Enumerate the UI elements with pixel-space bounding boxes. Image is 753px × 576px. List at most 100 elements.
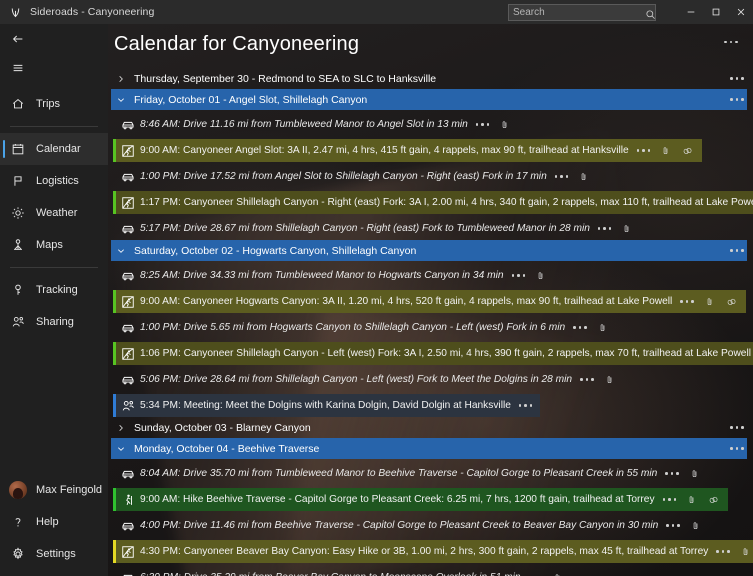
event-row-icons	[689, 519, 702, 533]
share-people-icon	[0, 315, 36, 329]
day-header-row[interactable]: Sunday, October 03 - Blarney Canyon	[111, 417, 747, 438]
day-header-label: Thursday, September 30 - Redmond to SEA …	[134, 72, 437, 85]
day-header-row[interactable]: Friday, October 01 - Angel Slot, Shillel…	[111, 89, 747, 110]
event-row[interactable]: 4:00 PM: Drive 11.46 mi from Beehive Tra…	[113, 514, 752, 537]
minimize-button[interactable]	[678, 0, 703, 24]
event-row[interactable]: 1:17 PM: Canyoneer Shillelagh Canyon - R…	[113, 191, 753, 214]
maximize-button[interactable]	[703, 0, 728, 24]
back-button[interactable]	[0, 24, 108, 54]
event-label: 5:17 PM: Drive 28.67 mi from Shillelagh …	[140, 223, 590, 234]
search-input[interactable]	[513, 6, 645, 18]
chevron-down-icon[interactable]	[117, 247, 134, 255]
account-button[interactable]: Max Feingold	[0, 474, 108, 506]
account-name: Max Feingold	[36, 484, 103, 496]
attachment-icon[interactable]	[603, 373, 616, 387]
day-more-button[interactable]	[719, 437, 747, 461]
event-label: 4:00 PM: Drive 11.46 mi from Beehive Tra…	[140, 520, 659, 531]
sidebar-item-sharing[interactable]: Sharing	[0, 306, 108, 338]
event-label: 1:00 PM: Drive 17.52 mi from Angel Slot …	[140, 171, 547, 182]
attachment-icon[interactable]	[688, 467, 701, 481]
close-button[interactable]	[728, 0, 753, 24]
event-label: 9:00 AM: Canyoneer Hogwarts Canyon: 3A I…	[140, 296, 673, 307]
day-header-row[interactable]: Saturday, October 02 - Hogwarts Canyon, …	[111, 240, 747, 261]
sidebar-item-logistics[interactable]: Logistics	[0, 165, 108, 197]
attachment-icon[interactable]	[685, 493, 698, 507]
event-row-icons	[688, 467, 701, 481]
search-box[interactable]	[508, 3, 656, 21]
attachment-icon[interactable]	[689, 519, 702, 533]
ellipsis-icon	[716, 550, 730, 553]
day-more-button[interactable]	[719, 239, 747, 263]
car-icon	[116, 467, 140, 481]
day-header-label: Friday, October 01 - Angel Slot, Shillel…	[134, 93, 368, 106]
avatar	[0, 481, 36, 499]
sidebar-item-label: Trips	[36, 98, 61, 110]
event-label: 5:34 PM: Meeting: Meet the Dolgins with …	[140, 400, 511, 411]
attachment-icon[interactable]	[703, 295, 716, 309]
day-header-row[interactable]: Monday, October 04 - Beehive Traverse	[111, 438, 747, 459]
attachment-icon[interactable]	[596, 321, 609, 335]
attachment-icon[interactable]	[739, 545, 752, 559]
event-row[interactable]: 1:06 PM: Canyoneer Shillelagh Canyon - L…	[113, 342, 753, 365]
event-row[interactable]: 9:00 AM: Canyoneer Angel Slot: 3A II, 2.…	[113, 139, 752, 162]
event-label: 1:17 PM: Canyoneer Shillelagh Canyon - R…	[140, 197, 753, 208]
chevron-down-icon[interactable]	[117, 96, 134, 104]
event-row[interactable]: 9:00 AM: Canyoneer Hogwarts Canyon: 3A I…	[113, 290, 752, 313]
event-row[interactable]: 8:04 AM: Drive 35.70 mi from Tumbleweed …	[113, 462, 752, 485]
event-row[interactable]: 1:00 PM: Drive 17.52 mi from Angel Slot …	[113, 165, 752, 188]
menu-button[interactable]	[0, 54, 108, 82]
attachment-icon[interactable]	[498, 118, 511, 132]
event-row[interactable]: 4:30 PM: Canyoneer Beaver Bay Canyon: Ea…	[113, 540, 753, 563]
sidebar: Trips Calendar Logistics Weather Maps Tr…	[0, 24, 108, 576]
attachment-icon[interactable]	[534, 269, 547, 283]
event-row[interactable]: 1:00 PM: Drive 5.65 mi from Hogwarts Can…	[113, 316, 752, 339]
canyoneer-icon	[116, 545, 140, 559]
canyoneer-icon	[116, 347, 140, 361]
sidebar-item-tracking[interactable]: Tracking	[0, 274, 108, 306]
hamburger-icon	[0, 61, 36, 75]
link-icon[interactable]	[681, 144, 694, 158]
sidebar-divider-2	[10, 267, 98, 268]
sidebar-item-weather[interactable]: Weather	[0, 197, 108, 229]
day-header-row[interactable]: Thursday, September 30 - Redmond to SEA …	[111, 68, 747, 89]
car-icon	[116, 373, 140, 387]
event-row[interactable]: 6:30 PM: Drive 35.29 mi from Beaver Bay …	[113, 566, 752, 576]
event-row-icons	[534, 269, 547, 283]
attachment-icon[interactable]	[577, 170, 590, 184]
event-label: 9:00 AM: Canyoneer Angel Slot: 3A II, 2.…	[140, 145, 629, 156]
ellipsis-icon	[580, 378, 594, 381]
ellipsis-icon	[680, 300, 694, 303]
event-row[interactable]: 9:00 AM: Hike Beehive Traverse - Capitol…	[113, 488, 752, 511]
ellipsis-icon	[662, 498, 677, 501]
canyoneer-icon	[116, 144, 140, 158]
day-more-button[interactable]	[719, 88, 747, 112]
page-more-button[interactable]	[717, 30, 745, 54]
event-row[interactable]: 5:06 PM: Drive 28.64 mi from Shillelagh …	[113, 368, 752, 391]
chevron-right-icon[interactable]	[117, 75, 134, 83]
home-icon	[0, 97, 36, 111]
attachment-icon[interactable]	[620, 222, 633, 236]
event-label: 1:06 PM: Canyoneer Shillelagh Canyon - L…	[140, 348, 752, 359]
event-row[interactable]: 5:17 PM: Drive 28.67 mi from Shillelagh …	[113, 217, 752, 240]
sidebar-item-trips[interactable]: Trips	[0, 88, 108, 120]
event-row[interactable]: 8:46 AM: Drive 11.16 mi from Tumbleweed …	[113, 113, 752, 136]
window-controls	[678, 0, 753, 24]
sidebar-item-calendar[interactable]: Calendar	[0, 133, 108, 165]
event-row[interactable]: 8:25 AM: Drive 34.33 mi from Tumbleweed …	[113, 264, 752, 287]
chevron-right-icon[interactable]	[117, 424, 134, 432]
event-row-icons	[577, 170, 590, 184]
sidebar-item-maps[interactable]: Maps	[0, 229, 108, 261]
sidebar-item-help[interactable]: Help	[0, 506, 108, 538]
canyoneer-icon	[116, 295, 140, 309]
sidebar-item-label: Weather	[36, 207, 78, 219]
link-icon[interactable]	[725, 295, 738, 309]
ellipsis-icon	[636, 149, 651, 152]
link-icon[interactable]	[707, 493, 720, 507]
attachment-icon[interactable]	[551, 571, 564, 576]
event-row[interactable]: 5:34 PM: Meeting: Meet the Dolgins with …	[113, 394, 752, 417]
search-icon	[645, 7, 656, 19]
chevron-down-icon[interactable]	[117, 445, 134, 453]
sidebar-item-settings[interactable]: Settings	[0, 538, 108, 570]
canyoneer-icon	[116, 196, 140, 210]
attachment-icon[interactable]	[659, 144, 672, 158]
